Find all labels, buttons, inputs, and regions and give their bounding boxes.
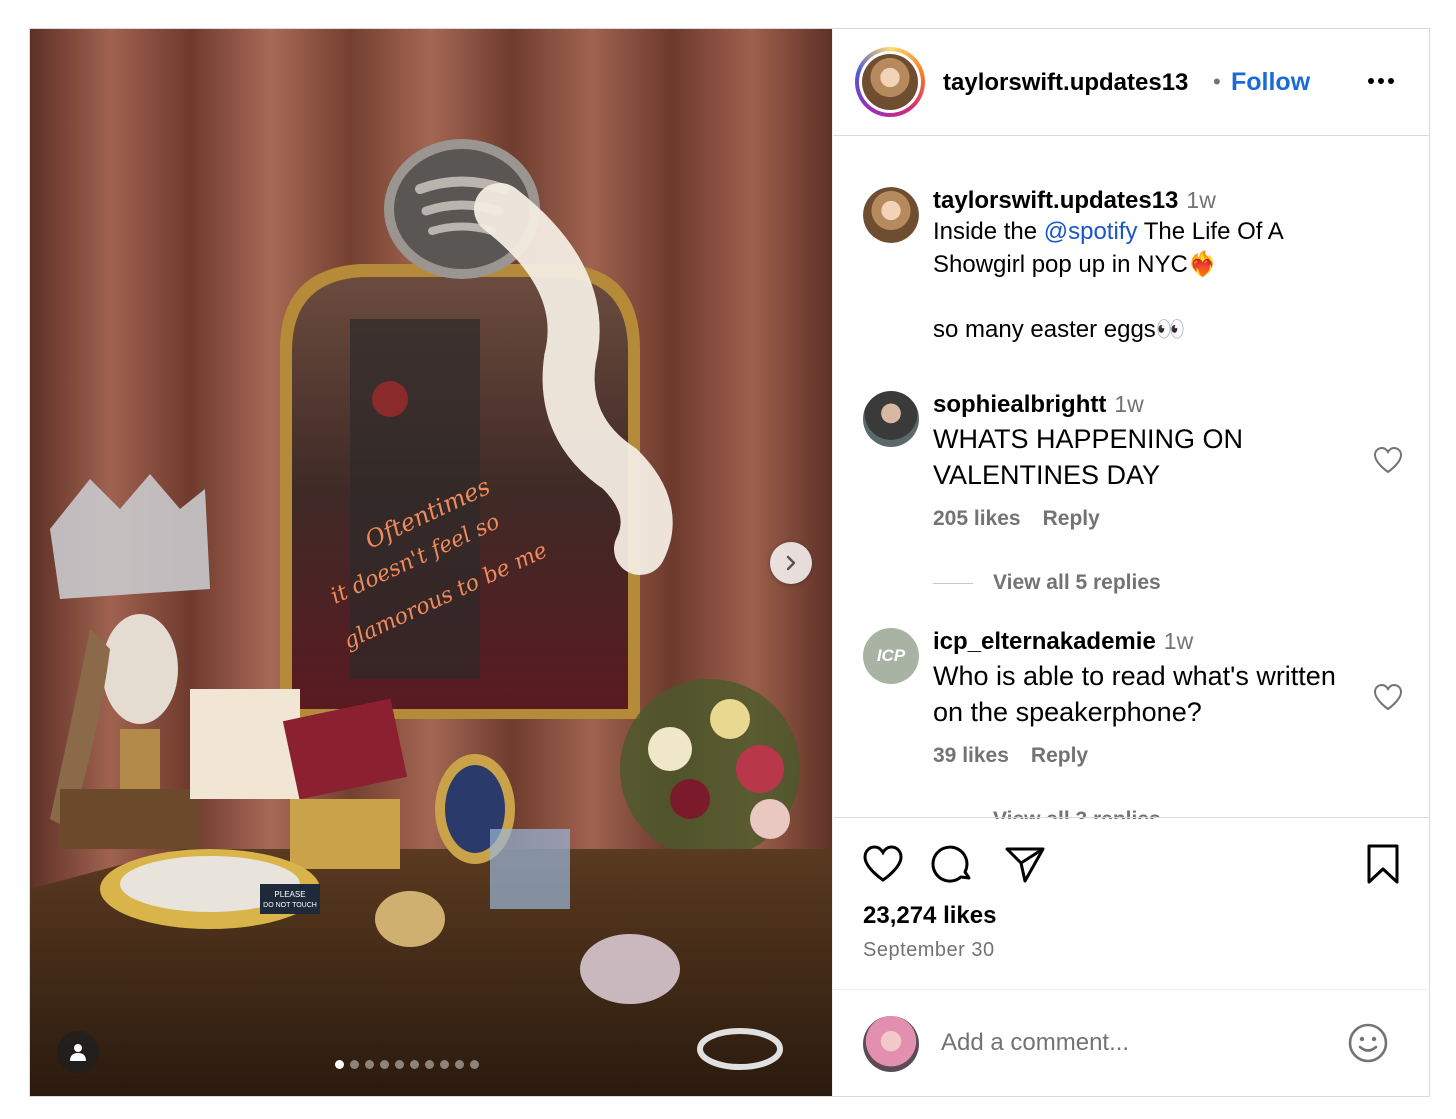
comment-avatar[interactable]: ICP bbox=[863, 628, 919, 684]
comment-avatar[interactable] bbox=[863, 391, 919, 447]
comment-likes[interactable]: 205 likes bbox=[933, 507, 1021, 530]
comment-like-heart-icon[interactable] bbox=[1373, 683, 1403, 711]
post-actions: 23,274 likes September 30 bbox=[833, 817, 1430, 987]
comment-icon[interactable] bbox=[931, 842, 975, 886]
reply-button[interactable]: Reply bbox=[1043, 507, 1100, 530]
sign-text-line1: PLEASE bbox=[274, 890, 305, 899]
avatar-logo-text: ICP bbox=[876, 646, 906, 665]
send-icon[interactable] bbox=[1003, 842, 1047, 886]
next-slide-button[interactable] bbox=[770, 542, 812, 584]
carousel-dot bbox=[455, 1060, 464, 1069]
comment-likes[interactable]: 39 likes bbox=[933, 744, 1009, 767]
carousel-dot bbox=[395, 1060, 404, 1069]
author-username[interactable]: taylorswift.updates13 bbox=[943, 69, 1188, 97]
post-caption: taylorswift.updates13 1w Inside the @spot… bbox=[933, 187, 1353, 346]
comment-time[interactable]: 1w bbox=[1164, 628, 1193, 654]
carousel-dot bbox=[350, 1060, 359, 1069]
caption-time[interactable]: 1w bbox=[1186, 187, 1215, 213]
comment-meta: 39 likes Reply bbox=[933, 744, 1353, 768]
emoji-icon[interactable] bbox=[1347, 1022, 1389, 1064]
instagram-post: Oftentimes it doesn't feel so glamorous … bbox=[29, 28, 1430, 1097]
comment-time[interactable]: 1w bbox=[1114, 391, 1143, 417]
post-header: taylorswift.updates13 • Follow bbox=[833, 29, 1430, 136]
carousel-dot bbox=[380, 1060, 389, 1069]
reply-button[interactable]: Reply bbox=[1031, 744, 1088, 767]
bookmark-icon[interactable] bbox=[1361, 842, 1405, 886]
caption-text: Inside the @spotify The Life Of A Showgi… bbox=[933, 218, 1283, 278]
header-separator: • bbox=[1213, 69, 1221, 94]
more-options-icon[interactable] bbox=[1365, 71, 1397, 91]
carousel-dot bbox=[410, 1060, 419, 1069]
chevron-right-icon bbox=[786, 555, 796, 571]
user-tag-icon bbox=[70, 1044, 86, 1061]
follow-button[interactable]: Follow bbox=[1231, 68, 1310, 97]
carousel-indicator bbox=[335, 1060, 479, 1069]
caption-author-avatar[interactable] bbox=[863, 187, 919, 243]
comment-meta: 205 likes Reply bbox=[933, 507, 1353, 531]
add-comment-bar bbox=[833, 989, 1430, 1096]
carousel-dot bbox=[470, 1060, 479, 1069]
carousel-dot bbox=[335, 1060, 344, 1069]
comments-section[interactable]: taylorswift.updates13 1w Inside the @spot… bbox=[833, 137, 1430, 819]
comment-text: Who is able to read what's written on th… bbox=[933, 661, 1336, 727]
comment-username[interactable]: sophiealbrightt bbox=[933, 391, 1106, 418]
carousel-dot bbox=[425, 1060, 434, 1069]
current-user-avatar bbox=[863, 1016, 919, 1072]
comment-username[interactable]: icp_elternakademie bbox=[933, 628, 1156, 655]
mention-link[interactable]: @spotify bbox=[1044, 218, 1138, 245]
caption-text-line2: so many easter eggs👀 bbox=[933, 316, 1186, 343]
view-replies-button[interactable]: View all 5 replies bbox=[933, 571, 1161, 595]
post-photo: Oftentimes it doesn't feel so glamorous … bbox=[30, 29, 832, 1096]
likes-count[interactable]: 23,274 likes bbox=[863, 902, 996, 930]
carousel-dot bbox=[440, 1060, 449, 1069]
post-media[interactable]: Oftentimes it doesn't feel so glamorous … bbox=[30, 29, 832, 1096]
comment-item: icp_elternakademie 1w Who is able to read… bbox=[933, 628, 1353, 768]
post-sidebar: taylorswift.updates13 • Follow taylorswi… bbox=[832, 29, 1430, 1096]
post-date[interactable]: September 30 bbox=[863, 939, 995, 962]
comment-text: WHATS HAPPENING ON VALENTINES DAY bbox=[933, 424, 1244, 490]
heart-icon[interactable] bbox=[861, 842, 905, 886]
carousel-dot bbox=[365, 1060, 374, 1069]
comment-input[interactable] bbox=[941, 1022, 1321, 1064]
comment-item: sophiealbrightt 1w WHATS HAPPENING ON VAL… bbox=[933, 391, 1353, 531]
sign-text-line2: DO NOT TOUCH bbox=[263, 902, 317, 909]
tagged-users-button[interactable] bbox=[57, 1031, 99, 1073]
comment-like-heart-icon[interactable] bbox=[1373, 446, 1403, 474]
caption-username[interactable]: taylorswift.updates13 bbox=[933, 187, 1178, 214]
author-avatar[interactable] bbox=[855, 47, 925, 117]
